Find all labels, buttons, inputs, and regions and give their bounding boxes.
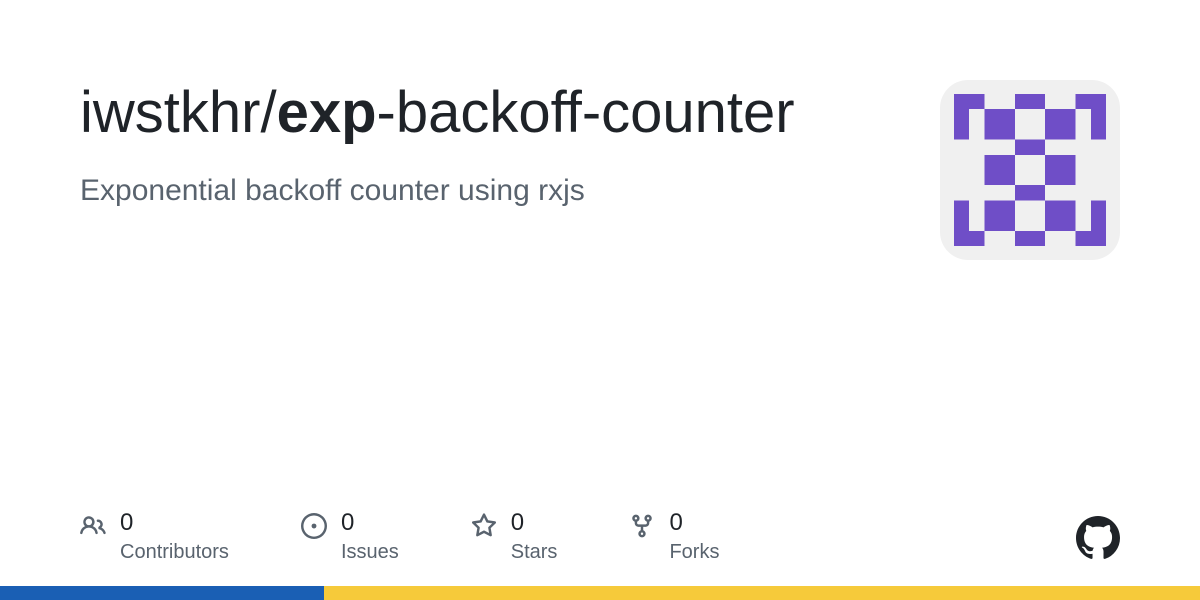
people-icon (80, 513, 106, 539)
stat-issues[interactable]: 0 Issues (301, 511, 399, 564)
stars-count: 0 (511, 511, 558, 535)
language-segment-2 (324, 586, 1200, 600)
forks-label: Forks (669, 541, 719, 564)
language-segment-1 (0, 586, 324, 600)
fork-icon (629, 513, 655, 539)
repo-title: iwstkhr/exp-backoff-counter (80, 80, 900, 147)
repo-description: Exponential backoff counter using rxjs (80, 171, 900, 210)
star-icon (471, 513, 497, 539)
stars-label: Stars (511, 541, 558, 564)
issue-icon (301, 513, 327, 539)
repo-name-bold[interactable]: exp (277, 80, 377, 145)
github-logo-icon[interactable] (1076, 516, 1120, 560)
forks-count: 0 (669, 511, 719, 535)
contributors-count: 0 (120, 511, 229, 535)
repo-owner[interactable]: iwstkhr (80, 80, 260, 145)
issues-label: Issues (341, 541, 399, 564)
avatar[interactable] (940, 80, 1120, 260)
repo-name-rest[interactable]: -backoff-counter (377, 80, 795, 145)
language-bar (0, 586, 1200, 600)
stat-forks[interactable]: 0 Forks (629, 511, 719, 564)
contributors-label: Contributors (120, 541, 229, 564)
stats-list: 0 Contributors 0 Issues 0 St (80, 511, 719, 564)
stat-stars[interactable]: 0 Stars (471, 511, 558, 564)
issues-count: 0 (341, 511, 399, 535)
identicon-icon (954, 94, 1106, 246)
repo-separator: / (260, 80, 276, 145)
stat-contributors[interactable]: 0 Contributors (80, 511, 229, 564)
